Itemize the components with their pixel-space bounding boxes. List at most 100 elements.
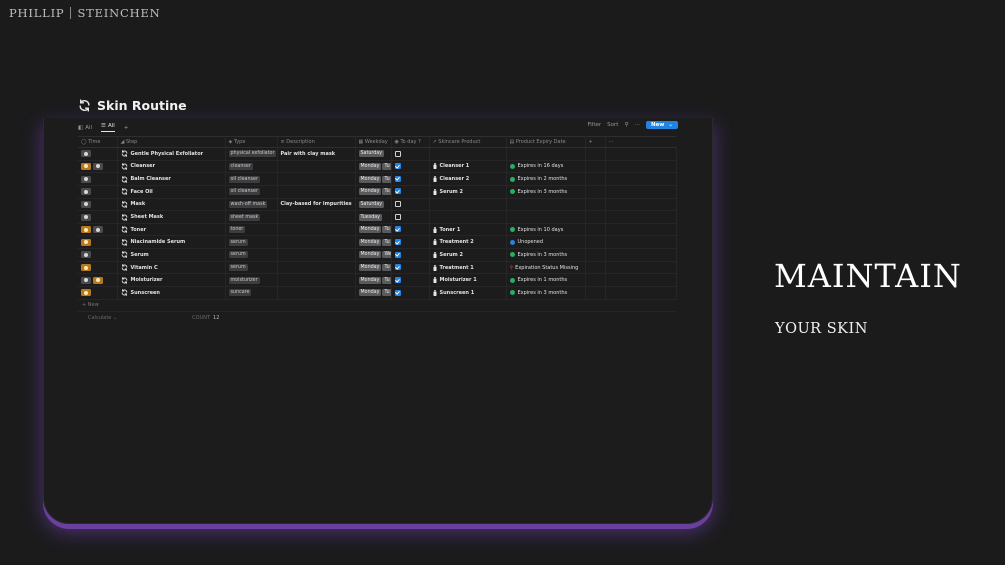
today-checkbox[interactable] [394,163,401,170]
weekday-cell[interactable]: Monday Tu [355,172,392,186]
product-link[interactable]: Serum 2 [433,251,506,258]
table-row[interactable]: Serum serum MondayWe Serum 2 Expires in 3 mo… [78,248,677,262]
product-cell[interactable]: Cleanser 2 [429,172,507,186]
description-cell[interactable]: Clay-based for impurities [277,198,356,212]
new-row-button[interactable]: + New [78,300,676,312]
today-checkbox[interactable] [394,239,401,246]
today-checkbox[interactable] [394,201,401,208]
weekday-cell[interactable]: Monday Tu [355,261,392,275]
time-cell[interactable] [78,248,118,262]
col-type[interactable]: ◈ Type [225,136,278,148]
today-checkbox[interactable] [394,188,401,195]
weekday-cell[interactable]: Monday Tu [355,185,392,199]
product-cell[interactable]: Sunscreen 1 [429,286,507,300]
type-cell[interactable]: suncare [225,286,278,300]
tab-all-layers[interactable]: ◧ All [78,125,92,131]
time-cell[interactable] [78,198,118,212]
product-cell[interactable]: Serum 2 [429,248,507,262]
col-weekday[interactable]: ▦ Weekday [355,136,392,148]
product-cell[interactable] [429,147,507,161]
step-cell[interactable]: Vitamin C [117,261,226,275]
tab-all-list[interactable]: ☰ All [101,123,115,132]
product-link[interactable]: Moisturizer 1 [433,277,506,284]
today-checkbox[interactable] [394,289,401,296]
chevron-down-icon[interactable]: ⌄ [668,122,673,128]
col-product[interactable]: ↗ Skincare Product [429,136,507,148]
weekday-cell[interactable]: Saturday [355,147,392,161]
today-checkbox[interactable] [394,264,401,271]
product-cell[interactable] [429,198,507,212]
weekday-cell[interactable]: Saturday [355,198,392,212]
product-link[interactable]: Treatment 2 [433,239,506,246]
time-cell[interactable] [78,223,118,237]
product-cell[interactable]: Toner 1 [429,223,507,237]
today-checkbox[interactable] [394,150,401,157]
table-row[interactable]: Vitamin C serum Monday Tu Treatment 1 ⚲ Expira… [78,261,677,275]
step-cell[interactable]: Sheet Mask [117,210,226,224]
description-cell[interactable] [277,210,356,224]
table-row[interactable]: Face Oil oil cleanser Monday Tu Serum 2 Expir… [78,185,677,199]
table-row[interactable]: Balm Cleanser oil cleanser Monday Tu Cleanse… [78,172,677,186]
description-cell[interactable] [277,261,356,275]
search-icon[interactable]: ⚲ [624,122,628,128]
time-cell[interactable] [78,273,118,288]
table-row[interactable]: Sunscreen suncare Monday Tu Sunscreen 1 Expir… [78,286,677,300]
type-cell[interactable]: toner [225,223,278,237]
description-cell[interactable] [277,273,356,288]
today-checkbox[interactable] [394,175,401,182]
weekday-cell[interactable]: Tuesday [355,210,392,224]
step-cell[interactable]: Gentle Physical Exfoliator [117,147,226,161]
product-cell[interactable]: Serum 2 [429,185,507,199]
table-row[interactable]: Gentle Physical Exfoliator physical exfol… [78,147,677,161]
description-cell[interactable] [277,223,356,237]
step-cell[interactable]: Mask [117,198,226,212]
time-cell[interactable] [78,172,118,186]
step-cell[interactable]: Serum [117,248,226,262]
count-summary[interactable]: COUNT 12 [192,315,219,321]
step-cell[interactable]: Balm Cleanser [117,172,226,186]
table-row[interactable]: Mask wash-off mask Clay-based for impuriti… [78,198,677,212]
col-step[interactable]: ◢ Step [117,136,226,148]
description-cell[interactable] [277,160,356,174]
product-link[interactable]: Toner 1 [433,226,506,233]
step-cell[interactable]: Face Oil [117,185,226,199]
weekday-cell[interactable]: Monday Tu [355,273,392,288]
col-expiry[interactable]: ▤ Product Expiry Date [506,136,586,148]
table-row[interactable]: Niacinamide Serum serum Monday Tu Treatment … [78,235,677,250]
sort-button[interactable]: Sort [607,122,618,128]
step-cell[interactable]: Cleanser [117,160,226,174]
type-cell[interactable]: serum [225,235,278,250]
add-property-icon[interactable]: + [585,136,606,148]
calculate-button[interactable]: Calculate ⌄ [88,315,117,321]
product-cell[interactable] [429,210,507,224]
time-cell[interactable] [78,147,118,161]
time-cell[interactable] [78,261,118,275]
table-row[interactable]: Moisturizer moisturizer Monday Tu Moisturize… [78,273,677,288]
more-icon[interactable]: ⋯ [634,122,640,128]
description-cell[interactable]: Pair with clay mask [277,147,356,161]
product-link[interactable]: Serum 2 [433,188,506,195]
type-cell[interactable]: oil cleanser [225,185,278,199]
description-cell[interactable] [277,235,356,250]
type-cell[interactable]: moisturizer [225,273,278,288]
product-cell[interactable]: Moisturizer 1 [429,273,507,288]
time-cell[interactable] [78,160,118,174]
today-checkbox[interactable] [394,213,401,220]
today-checkbox[interactable] [394,226,401,233]
today-checkbox[interactable] [394,276,401,283]
type-cell[interactable]: physical exfoliator [225,147,278,161]
product-cell[interactable]: Cleanser 1 [429,160,507,174]
type-cell[interactable]: serum [225,248,278,262]
type-cell[interactable]: serum [225,261,278,275]
time-cell[interactable] [78,210,118,224]
time-cell[interactable] [78,235,118,250]
add-view-icon[interactable]: + [124,125,129,131]
col-description[interactable]: ≡ Description [277,136,356,148]
weekday-cell[interactable]: Monday Tu [355,160,392,174]
today-checkbox[interactable] [394,251,401,258]
product-cell[interactable]: Treatment 2 [429,235,507,250]
description-cell[interactable] [277,248,356,262]
time-cell[interactable] [78,185,118,199]
time-cell[interactable] [78,286,118,300]
step-cell[interactable]: Niacinamide Serum [117,235,226,250]
